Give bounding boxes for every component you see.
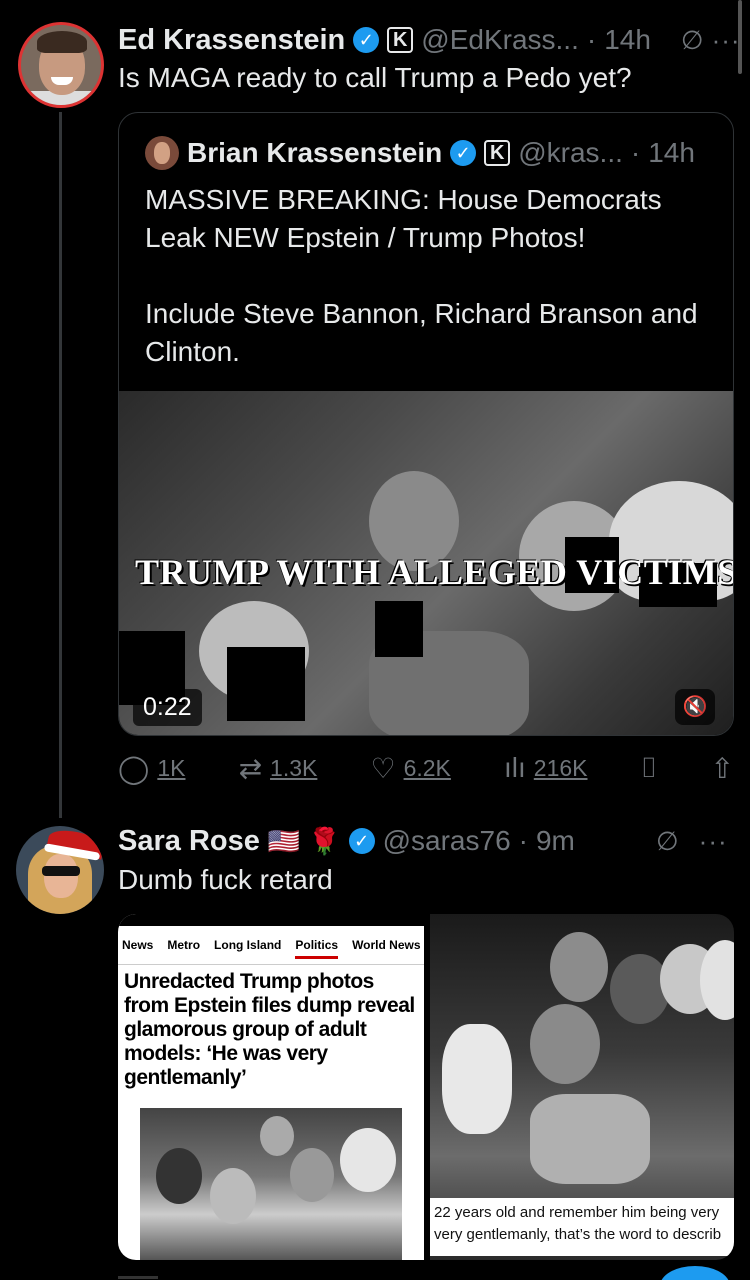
nav-item-active: Politics	[295, 938, 339, 959]
author-handle[interactable]: @saras76	[383, 825, 511, 857]
quoted-tweet-header: Brian Krassenstein ✓ K @kras... · 14h	[145, 133, 695, 173]
nav-item: Long Island	[214, 938, 282, 952]
author-handle[interactable]: @EdKrass...	[421, 24, 579, 56]
like-button[interactable]: ♡ 6.2K	[370, 752, 450, 785]
avatar-brian-krassenstein[interactable]	[145, 136, 179, 170]
grok-icon[interactable]: ∅	[656, 826, 679, 857]
tweet-header-actions: ∅ ···	[656, 820, 728, 862]
tweet-text: Is MAGA ready to call Trump a Pedo yet?	[118, 62, 632, 93]
share-icon: ⇧	[710, 752, 734, 784]
reply-icon: ◯	[118, 752, 150, 784]
repost-count: 1.3K	[270, 754, 318, 781]
heart-icon: ♡	[370, 752, 396, 784]
reply-button[interactable]: ◯ 1K	[118, 752, 185, 785]
nav-item: Metro	[167, 938, 201, 952]
quoted-tweet-text: MASSIVE BREAKING: House Democrats Leak N…	[145, 184, 698, 367]
bookmark-icon: ⌷	[640, 751, 658, 783]
muted-speaker-icon[interactable]: 🔇	[675, 689, 715, 725]
share-button[interactable]: ⇧	[711, 752, 734, 785]
compose-button[interactable]	[660, 1266, 730, 1280]
quoted-timestamp: 14h	[648, 137, 695, 168]
more-options-icon[interactable]: ···	[699, 826, 728, 857]
article-photo	[140, 1108, 402, 1260]
video-duration: 0:22	[133, 689, 202, 726]
quoted-author-handle: @kras...	[518, 137, 623, 168]
nav-item: News	[122, 938, 154, 952]
tweet-header: Ed Krassenstein ✓ K @EdKrass... · 14h ∅ …	[118, 20, 741, 60]
video-player[interactable]: TRUMP WITH ALLEGED VICTIMS 0:22 🔇	[119, 391, 734, 735]
article-screenshot-image[interactable]: News Metro Long Island Politics World Ne…	[118, 914, 424, 1260]
tweet-actions-bar: ◯ 1K ⇄ 1.3K ♡ 6.2K ılı 216K ⌷ ⇧	[118, 746, 734, 790]
timestamp[interactable]: 14h	[604, 24, 651, 56]
quoted-tweet-card[interactable]: Brian Krassenstein ✓ K @kras... · 14h MA…	[118, 112, 734, 736]
view-count: 216K	[533, 754, 588, 781]
separator: ·	[518, 825, 528, 856]
grok-icon[interactable]: ∅	[681, 25, 704, 56]
rose-emoji: 🌹	[308, 825, 341, 856]
video-caption: TRUMP WITH ALLEGED VICTIMS	[135, 552, 734, 592]
views-chart-icon: ılı	[504, 752, 526, 783]
bookmark-button[interactable]: ⌷	[641, 752, 658, 785]
verified-badge-icon: ✓	[450, 140, 477, 166]
divider	[118, 1276, 158, 1279]
author-name[interactable]: Sara Rose	[118, 825, 260, 858]
author-name[interactable]: Ed Krassenstein	[118, 24, 345, 57]
article-headline: Unredacted Trump photos from Epstein fil…	[124, 970, 415, 1089]
article-nav: News Metro Long Island Politics World Ne…	[122, 938, 422, 959]
more-options-icon[interactable]: ···	[712, 25, 741, 56]
views-button[interactable]: ılı 216K	[504, 752, 588, 784]
repost-icon: ⇄	[238, 752, 263, 784]
tweet-header: Sara Rose 🇺🇸 🌹 ✓ @saras76 · 9m	[118, 820, 575, 862]
org-badge-icon: K	[387, 27, 414, 53]
avatar-sara-rose[interactable]	[16, 826, 104, 914]
newspaper-masthead	[118, 914, 424, 926]
repost-button[interactable]: ⇄ 1.3K	[239, 752, 318, 785]
quoted-author-name: Brian Krassenstein	[187, 137, 443, 168]
tweet-text: Dumb fuck retard	[118, 864, 333, 895]
avatar-ed-krassenstein[interactable]	[18, 22, 104, 108]
subtitle-line: very gentlemanly, that’s the word to des…	[434, 1226, 722, 1243]
thread-connector-line	[59, 112, 62, 818]
separator: ·	[586, 24, 597, 55]
like-count: 6.2K	[403, 754, 451, 781]
org-badge-icon: K	[484, 140, 511, 166]
reply-count: 1K	[157, 754, 186, 781]
us-flag-emoji: 🇺🇸	[267, 825, 301, 856]
separator: ·	[630, 137, 641, 168]
timestamp[interactable]: 9m	[536, 825, 575, 857]
verified-badge-icon: ✓	[348, 828, 375, 854]
nav-item: World News	[352, 938, 421, 952]
video-subtitle: 22 years old and remember him being very…	[430, 1198, 734, 1256]
censor-box	[375, 601, 423, 657]
subtitle-line: 22 years old and remember him being very	[434, 1204, 720, 1221]
video-still-image[interactable]: 22 years old and remember him being very…	[430, 914, 734, 1260]
censor-box	[227, 647, 305, 721]
verified-badge-icon: ✓	[353, 27, 380, 53]
